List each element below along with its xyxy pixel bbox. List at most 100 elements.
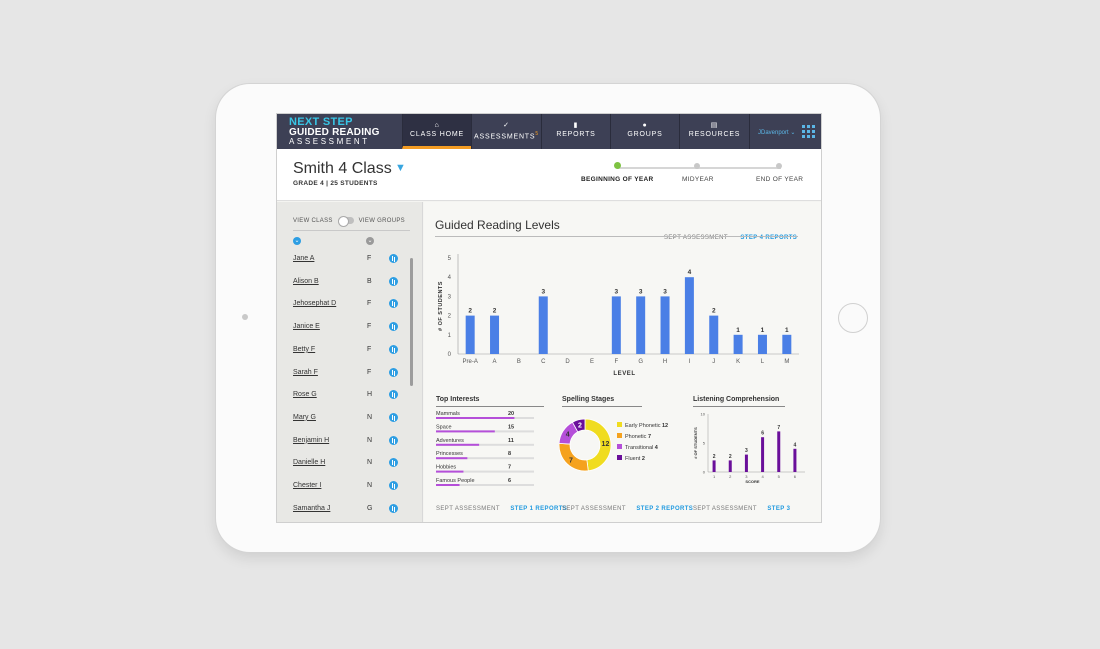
timeline-dot[interactable] [613, 162, 621, 169]
student-row[interactable]: Chester I N [293, 481, 403, 496]
timeline-dot[interactable] [776, 163, 782, 169]
student-name[interactable]: Betty F [293, 346, 315, 353]
student-name[interactable]: Sarah F [293, 369, 318, 376]
student-name[interactable]: Janice E [293, 323, 320, 330]
student-name[interactable]: Chester I [293, 482, 321, 489]
spelling-stages-rule [562, 406, 642, 407]
user-menu[interactable]: JDavenport ⌄ [749, 114, 821, 149]
bar-value-label: 1 [785, 327, 789, 334]
sept-assessment-link[interactable]: SEPT ASSESSMENT [436, 506, 500, 512]
view-toggle-switch[interactable] [337, 216, 354, 227]
student-report-icon[interactable] [389, 458, 398, 468]
bar[interactable] [660, 296, 670, 354]
student-report-icon[interactable] [389, 390, 398, 400]
x-tick-label: A [493, 359, 497, 365]
nav-tab-groups[interactable]: ● GROUPS [610, 114, 679, 149]
sept-assessment-link[interactable]: SEPT ASSESSMENT [693, 506, 757, 512]
student-name[interactable]: Jehosephat D [293, 300, 336, 307]
student-name[interactable]: Danielle H [293, 459, 325, 466]
bar[interactable] [793, 448, 797, 472]
student-name[interactable]: Alison B [293, 278, 319, 285]
student-row[interactable]: Betty F F [293, 344, 403, 360]
bar[interactable] [777, 431, 781, 472]
sidebar-scrollbar[interactable] [410, 258, 413, 386]
class-title[interactable]: Smith 4 Class [293, 160, 392, 178]
legend-swatch [617, 455, 622, 460]
interest-bar[interactable] [436, 470, 464, 473]
x-tick-label: C [541, 359, 546, 365]
student-report-icon[interactable] [389, 322, 398, 332]
sort-name-icon[interactable]: ⌄ [293, 237, 301, 245]
nav-tab-reports[interactable]: ▮ REPORTS [541, 114, 610, 149]
timeline-dot[interactable] [694, 163, 700, 169]
bar[interactable] [712, 460, 716, 472]
spelling-stages-chart: 12742 Early Phonetic 12Phonetic 7Transiti… [559, 418, 668, 472]
interest-bar[interactable] [436, 484, 460, 486]
interest-bar[interactable] [436, 457, 468, 460]
bar[interactable] [733, 334, 743, 354]
student-row[interactable]: Danielle H N [293, 458, 403, 473]
bar[interactable] [757, 334, 767, 354]
student-row[interactable]: Jehosephat D F [293, 299, 403, 314]
student-name[interactable]: Mary G [293, 414, 316, 421]
bar[interactable] [636, 296, 646, 354]
home-button[interactable] [838, 303, 868, 333]
student-report-icon[interactable] [389, 254, 398, 263]
sept-assessment-link[interactable]: SEPT ASSESSMENT [562, 506, 626, 512]
student-row[interactable]: Janice E F [293, 322, 403, 337]
nav-tab-resources[interactable]: ▤ RESOURCES [679, 114, 749, 149]
student-row[interactable]: Jane A F [293, 254, 403, 269]
timeline-label[interactable]: MIDYEAR [682, 176, 714, 183]
timeline-label[interactable]: END OF YEAR [756, 176, 803, 183]
student-row[interactable]: Samantha J G [293, 503, 403, 519]
bar[interactable] [611, 296, 621, 354]
student-report-icon[interactable] [389, 344, 398, 354]
class-dropdown-chevron-icon[interactable]: ▼ [395, 162, 406, 174]
student-report-icon[interactable] [389, 367, 398, 377]
student-report-icon[interactable] [389, 481, 398, 490]
interest-bar[interactable] [436, 417, 515, 419]
bar[interactable] [538, 296, 548, 354]
view-toggle[interactable]: VIEW CLASS VIEW GROUPS [293, 216, 405, 227]
bar-value-label: 2 [729, 454, 732, 460]
step1-reports-link[interactable]: STEP 1 REPORTS [510, 506, 567, 512]
student-row[interactable]: Benjamin H N [293, 435, 403, 451]
student-name[interactable]: Rose G [293, 391, 317, 398]
student-row[interactable]: Rose G H [293, 390, 403, 405]
interest-bar[interactable] [436, 430, 495, 433]
student-name[interactable]: Benjamin H [293, 437, 329, 444]
student-row[interactable]: Alison B B [293, 276, 403, 292]
bar[interactable] [744, 454, 748, 472]
bar[interactable] [728, 460, 732, 472]
apps-grid-icon[interactable] [802, 125, 815, 138]
bar[interactable] [709, 315, 719, 354]
x-axis-label: LEVEL [613, 371, 635, 377]
student-report-icon[interactable] [389, 435, 398, 445]
timeline-label[interactable]: BEGINNING OF YEAR [581, 176, 654, 183]
top-interests-chart: Mammals 20 Space 15 Adventures 11 Princesses 8 H… [436, 411, 534, 486]
student-report-icon[interactable] [389, 276, 398, 286]
step2-reports-link[interactable]: STEP 2 REPORTS [636, 506, 693, 512]
student-name[interactable]: Jane A [293, 255, 314, 262]
sort-level-icon[interactable]: ⌄ [366, 237, 374, 245]
nav-tab-class-home[interactable]: ⌂ CLASS HOME [402, 114, 471, 149]
student-level: N [367, 482, 373, 489]
tablet-frame: NEXT STEP GUIDED READING ASSESSMENT ⌂ CLA… [216, 84, 880, 552]
student-report-icon[interactable] [389, 299, 398, 309]
donut-slice[interactable] [559, 442, 589, 472]
student-row[interactable]: Sarah F F [293, 367, 403, 383]
student-row[interactable]: Mary G N [293, 412, 403, 428]
bar[interactable] [782, 334, 792, 354]
student-name[interactable]: Samantha J [293, 505, 330, 512]
y-tick-label: 1 [448, 333, 452, 339]
student-report-icon[interactable] [389, 503, 398, 513]
student-report-icon[interactable] [389, 412, 398, 422]
x-tick-label: Pre-A [463, 359, 478, 365]
bar[interactable] [465, 315, 475, 354]
bar[interactable] [761, 437, 765, 472]
interest-bar[interactable] [436, 443, 480, 446]
nav-tab-assessments[interactable]: ✓ ASSESSMENTS5 [471, 114, 541, 149]
bar[interactable] [684, 277, 694, 354]
app-logo[interactable]: NEXT STEP GUIDED READING ASSESSMENT [289, 117, 380, 146]
bar[interactable] [490, 315, 500, 354]
